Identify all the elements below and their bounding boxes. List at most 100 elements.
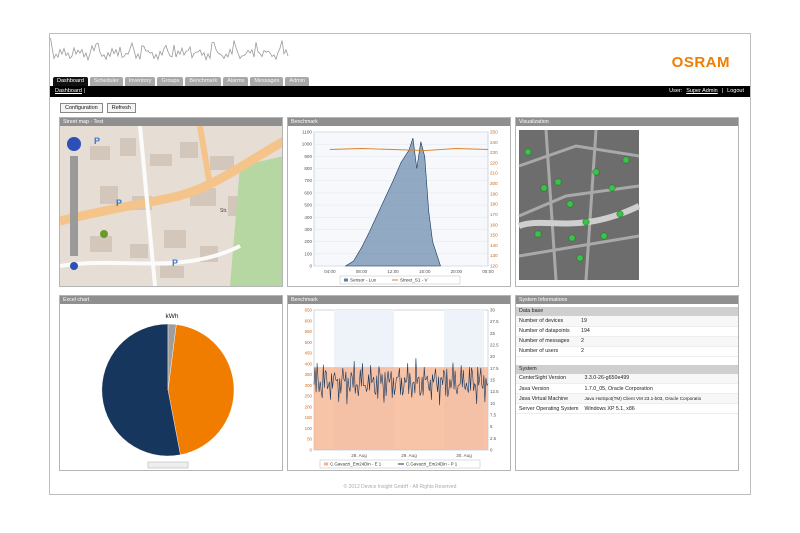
tab-inventory[interactable]: Inventory [124, 77, 156, 86]
y2-tick-label: 2.5 [490, 436, 497, 441]
sensor-marker-icon [616, 210, 624, 218]
tab-scheduler[interactable]: Scheduler [89, 77, 123, 86]
y2-tick-label: 190 [490, 191, 498, 196]
legend-swatch [324, 462, 328, 466]
y-tick-label: 600 [304, 190, 312, 195]
y-tick-label: 50 [307, 437, 312, 442]
sensor-marker-icon [566, 200, 574, 208]
sensor-marker-icon [524, 148, 532, 156]
user-name-link[interactable]: Super Admin [686, 86, 718, 97]
table-row: CenterSight Version 3.3.0-26-g650e499 [516, 373, 738, 384]
user-area: User: Super Admin | Logout [669, 86, 744, 97]
sensor-marker-icon [622, 156, 630, 164]
y-tick-label: 1000 [302, 142, 313, 147]
sensor-marker-icon [582, 218, 590, 226]
brand-logo: OSRAM [671, 54, 730, 71]
y2-tick-label: 160 [490, 222, 498, 227]
table-row: Number of devices 19 [516, 316, 738, 327]
row-value: Java HotSpot(TM) Client VM 23.1-b03, Ora… [581, 393, 738, 404]
row-value: Windows XP 5.1, x86 [581, 403, 738, 414]
panel-title: Excel chart [60, 296, 282, 304]
legend-label: Street_S1 - V [400, 278, 429, 283]
legend-swatch [344, 278, 348, 282]
x-tick-label: 20:00 [451, 269, 463, 274]
benchmark-chart-1[interactable]: 0 100 200 300 400 500 600 700 800 900 1000 1100 120 1… [288, 126, 511, 286]
street-map[interactable]: Str. P P P [60, 125, 283, 286]
chart-title: kWh [166, 313, 179, 320]
y2-tick-label: 130 [490, 253, 498, 258]
y-tick-label: 500 [304, 203, 312, 208]
y-tick-label: 0 [310, 448, 313, 453]
y2-tick-label: 210 [490, 171, 498, 176]
x-tick-label: 29. Aug [401, 453, 417, 458]
y-tick-label: 0 [309, 264, 312, 269]
y-tick-label: 400 [304, 215, 312, 220]
table-row: Server Operating System Windows XP 5.1, x… [516, 403, 738, 414]
panel-title: Benchmark [288, 118, 510, 126]
footer-copyright: © 2012 Device Insight GmbH - All Rights … [343, 484, 457, 490]
tab-groups[interactable]: Groups [157, 77, 184, 86]
y-tick-label: 650 [305, 308, 313, 313]
breadcrumb[interactable]: Dashboard [55, 86, 82, 97]
row-label: Java Virtual Machine [516, 393, 582, 404]
tab-alarms[interactable]: Alarms [223, 77, 249, 86]
refresh-button[interactable]: Refresh [106, 103, 136, 113]
row-label: Server Operating System [516, 403, 582, 414]
y-tick-label: 600 [305, 318, 313, 323]
y2-tick-label: 17.5 [490, 366, 499, 371]
tab-dashboard[interactable]: Dashboard [53, 77, 88, 86]
row-label: CenterSight Version [516, 373, 582, 384]
logout-link[interactable]: Logout [727, 86, 744, 97]
user-label: User: [669, 88, 683, 94]
y2-tick-label: 25 [490, 331, 495, 336]
zoom-out-icon [70, 262, 78, 270]
section-title: System [516, 364, 738, 374]
row-label: Number of messages [516, 336, 578, 347]
excel-chart-panel: Excel chart kWh [59, 295, 283, 471]
y2-tick-label: 200 [490, 181, 498, 186]
panel-title: Street map - Test [60, 118, 282, 126]
section-title: Data base [516, 307, 738, 316]
row-value: 2 [578, 346, 738, 357]
visualization-map[interactable] [516, 126, 739, 286]
y2-tick-label: 180 [490, 202, 498, 207]
separator: | [721, 88, 724, 94]
row-value: 19 [578, 316, 738, 327]
y2-tick-label: 15 [490, 378, 495, 383]
sensor-marker-icon [540, 184, 548, 192]
y-tick-label: 500 [305, 340, 313, 345]
database-table: Number of devices 19 Number of datapoints… [516, 316, 738, 357]
y2-tick-label: 240 [490, 140, 498, 145]
y2-tick-label: 30 [490, 308, 495, 313]
panel-title: Visualization [516, 118, 738, 126]
row-value: 3.3.0-26-g650e499 [581, 373, 738, 384]
y2-tick-label: 120 [490, 264, 498, 269]
pie-chart[interactable]: kWh [60, 304, 283, 470]
table-row: Number of datapoints 194 [516, 326, 738, 337]
y-tick-label: 550 [305, 329, 313, 334]
y2-tick-label: 170 [490, 212, 498, 217]
tab-messages[interactable]: Messages [250, 77, 284, 86]
y-tick-label: 350 [305, 372, 313, 377]
y2-tick-label: 22.5 [490, 343, 499, 348]
breadcrumb-separator: | [84, 88, 86, 94]
y-tick-label: 800 [304, 166, 312, 171]
top-bar: Dashboard | User: Super Admin | Logout [50, 86, 750, 97]
row-value: 194 [578, 326, 738, 337]
y2-tick-label: 27.5 [490, 319, 499, 324]
pie-slice [167, 324, 235, 456]
system-table: CenterSight Version 3.3.0-26-g650e499 Jav… [516, 373, 738, 414]
x-tick-label: 16:00 [419, 269, 431, 274]
tab-benchmark[interactable]: Benchmark [185, 77, 222, 86]
benchmark-panel-2: Benchmark 0 50 100 150 200 250 300 350 400 450 500… [287, 295, 511, 471]
tab-admin[interactable]: Admin [285, 77, 309, 86]
benchmark-chart-2[interactable]: 0 50 100 150 200 250 300 350 400 450 500 550 600 650 0… [288, 304, 511, 470]
row-value: 1.7.0_05, Oracle Corporation [581, 383, 738, 394]
configuration-button[interactable]: Configuration [60, 103, 103, 113]
row-label: Number of datapoints [516, 326, 578, 337]
y-tick-label: 100 [305, 426, 313, 431]
toolbar: Configuration Refresh [60, 103, 136, 113]
table-row: Number of users 2 [516, 346, 738, 357]
svg-text:P: P [116, 198, 122, 208]
table-row: Java Virtual Machine Java HotSpot(TM) Cli… [516, 393, 738, 404]
